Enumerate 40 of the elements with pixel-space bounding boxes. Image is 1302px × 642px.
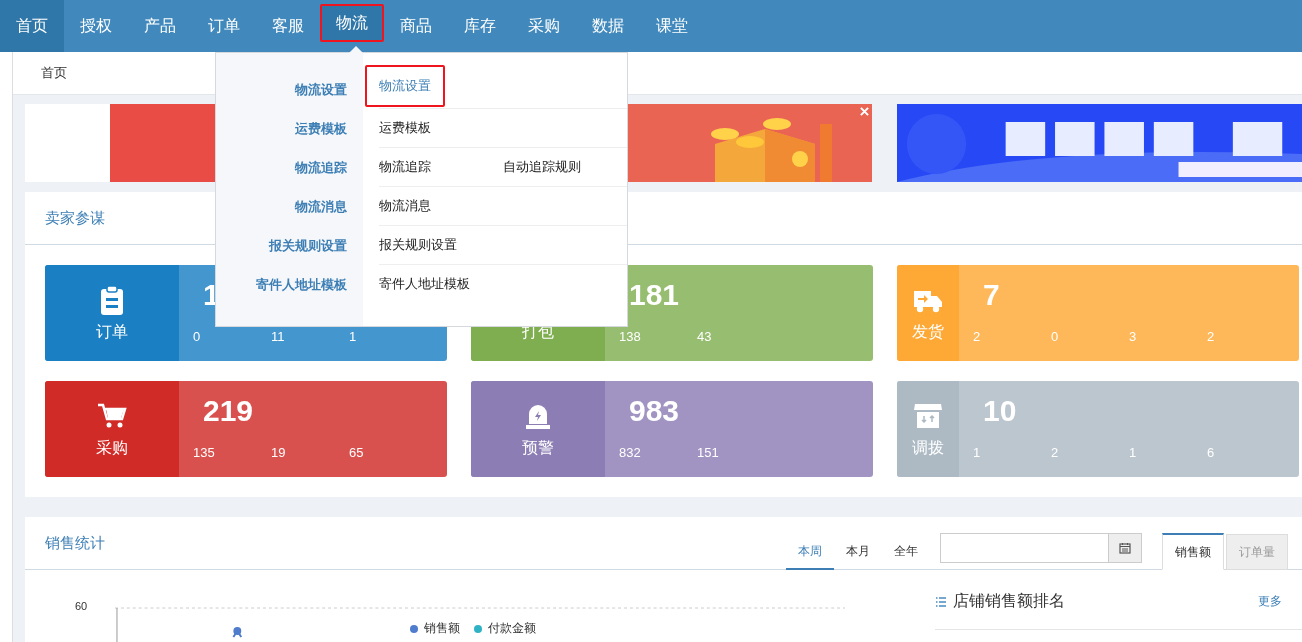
card-label: 发货 [912,321,944,343]
ranking-title: 店铺销售额排名 [952,591,1066,612]
card-stat: 6 [1207,445,1216,460]
card-stat: 1 [349,329,358,344]
menu-category: 物流设置 [295,81,347,99]
card-stat: 138 [619,329,642,344]
card-stat: 0 [1051,329,1060,344]
card-stat: 1 [973,445,982,460]
card-stat: 135 [193,445,216,460]
legend-label: 付款金额 [488,620,536,637]
card-label: 调拨 [912,437,944,459]
card-stat: 2 [1051,445,1060,460]
card-stat: 11 [271,329,286,344]
card-label: 预警 [522,437,554,459]
card-total: 181 [629,278,680,312]
card-total: 983 [629,394,680,428]
card-stat: 1 [1129,445,1138,460]
card-stat: 43 [697,329,713,344]
axis-tick-label: 60 [75,600,88,612]
card-stat: 832 [619,445,642,460]
legend-label: 销售额 [424,620,460,637]
menu-category: 寄件人地址模板 [256,276,347,294]
card-stat: 151 [697,445,720,460]
card-stat: 0 [193,329,202,344]
card-stat: 2 [1207,329,1216,344]
card-stat: 65 [349,445,365,460]
card-stat: 3 [1129,329,1138,344]
card-label: 订单 [96,321,128,343]
card-total: 219 [203,394,254,428]
card-stat: 19 [271,445,287,460]
menu-category: 运费模板 [295,120,347,138]
panel-title: 卖家参谋 [45,208,105,228]
card-total: 10 [983,394,1017,428]
card-label: 采购 [96,437,128,459]
menu-category: 报关规则设置 [269,237,347,255]
card-total: 7 [983,278,1000,312]
menu-category: 物流追踪 [295,159,347,177]
menu-category: 物流消息 [295,198,347,216]
panel-title: 销售统计 [45,533,105,553]
card-stat: 2 [973,329,982,344]
